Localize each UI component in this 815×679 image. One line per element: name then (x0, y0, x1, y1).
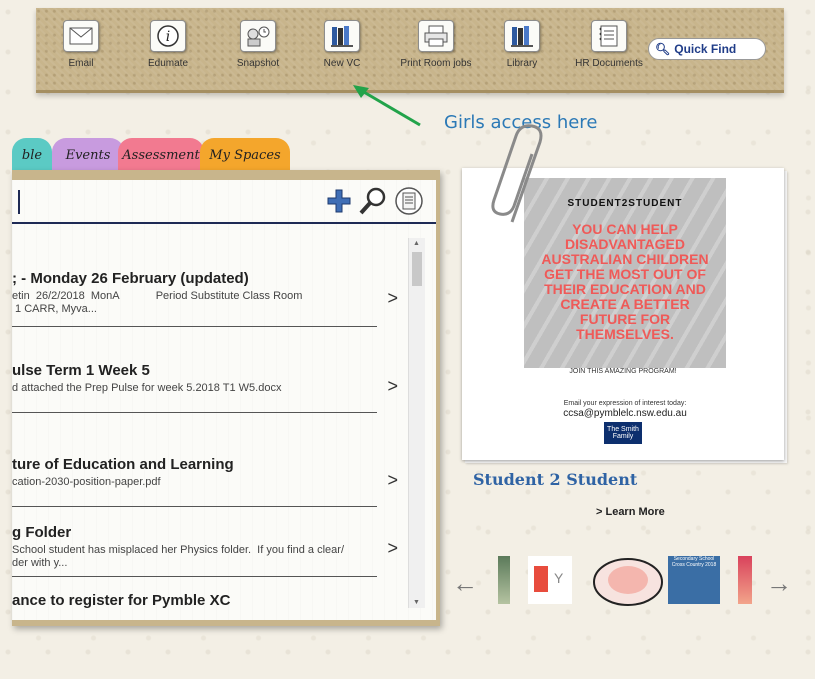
toolbar-print-room-jobs[interactable]: Print Room jobs (394, 20, 478, 69)
add-icon[interactable] (326, 188, 352, 219)
notice-title: ulse Term 1 Week 5 (12, 362, 150, 379)
books-icon (324, 20, 360, 52)
smith-family-logo: The Smith Family (604, 422, 642, 444)
feature-title[interactable]: Student 2 Student (473, 470, 637, 489)
toolbar-label: Print Room jobs (400, 58, 472, 69)
carousel-thumb-3[interactable] (592, 556, 663, 606)
tab-label: My Spaces (209, 148, 281, 163)
notices-panel: ; - Monday 26 February (updated) etin 26… (12, 170, 440, 626)
tab-label: Events (65, 148, 111, 163)
toolbar-snapshot[interactable]: Snapshot (223, 20, 293, 69)
toolbar-label: Snapshot (236, 58, 280, 69)
magnifier-icon[interactable] (358, 186, 388, 221)
notice-desc: etin 26/2/2018 MonA Period Substitute Cl… (12, 290, 303, 315)
svg-text:i: i (166, 29, 170, 45)
notice-title: ; - Monday 26 February (updated) (12, 270, 249, 287)
toolbar-library[interactable]: Library (487, 20, 557, 69)
carousel-next-icon[interactable]: → (766, 568, 792, 599)
carousel-thumb-4[interactable]: Secondary School Cross Country 2018 (668, 556, 720, 604)
poster-email: ccsa@pymblelc.nsw.edu.au (563, 408, 687, 419)
divider (12, 576, 377, 577)
list-item[interactable]: ulse Term 1 Week 5 d attached the Prep P… (12, 362, 402, 413)
notices-panel-inner: ; - Monday 26 February (updated) etin 26… (12, 180, 436, 620)
learn-more-link[interactable]: > Learn More (596, 506, 665, 518)
panel-actions (326, 186, 424, 221)
carousel-thumb-2[interactable]: Y (528, 556, 572, 604)
list-item[interactable]: ture of Education and Learning cation-20… (12, 456, 402, 507)
toolbar-label: Library (506, 58, 538, 69)
toolbar-label: Email (68, 58, 94, 69)
notice-desc: cation-2030-position-paper.pdf (12, 476, 161, 488)
notes-icon[interactable] (394, 186, 424, 221)
toolbar-new-vc[interactable]: New VC (307, 20, 377, 69)
divider (12, 412, 377, 413)
scrollbar[interactable]: ▲ ▼ (408, 238, 425, 608)
toolbar-hr-documents[interactable]: HR Documents (570, 20, 648, 69)
carousel-thumb-5[interactable] (738, 556, 752, 604)
list-item[interactable]: ance to register for Pymble XC (12, 592, 402, 608)
list-item[interactable]: g Folder School student has misplaced he… (12, 524, 402, 577)
paperclip-icon (491, 124, 543, 223)
divider (12, 326, 377, 327)
notice-title: ture of Education and Learning (12, 456, 234, 473)
chevron-right-icon: > (387, 470, 398, 490)
poster-cta: JOIN THIS AMAZING PROGRAM! (569, 368, 677, 375)
panel-header (12, 180, 436, 224)
chevron-right-icon: > (387, 538, 398, 558)
chevron-right-icon: > (387, 288, 398, 308)
scroll-up-icon[interactable]: ▲ (413, 240, 420, 247)
notices-list: ; - Monday 26 February (updated) etin 26… (12, 230, 407, 608)
scroll-thumb[interactable] (412, 252, 422, 286)
snapshot-icon (240, 20, 276, 52)
printer-icon (418, 20, 454, 52)
library-icon (504, 20, 540, 52)
toolbar-edumate[interactable]: i Edumate (133, 20, 203, 69)
notice-title: ance to register for Pymble XC (12, 592, 231, 608)
toolbar-label: New VC (323, 58, 361, 69)
toolbar-label: Edumate (147, 58, 189, 69)
poster-heading: STUDENT2STUDENT (567, 198, 683, 209)
carousel-thumb-1[interactable] (498, 556, 510, 604)
divider (12, 506, 377, 507)
chevron-right-icon: > (387, 376, 398, 396)
envelope-icon (63, 20, 99, 52)
carousel-thumb-label: Secondary School Cross Country 2018 (671, 556, 717, 568)
list-item[interactable]: ; - Monday 26 February (updated) etin 26… (12, 270, 402, 327)
search-icon: 🔍︎ (655, 42, 671, 56)
tab-label: Assessment (122, 148, 200, 163)
carousel-prev-icon[interactable]: ← (452, 568, 478, 599)
feature-poster: STUDENT2STUDENT YOU CAN HELP DISADVANTAG… (524, 178, 726, 368)
notice-title: g Folder (12, 524, 72, 541)
scroll-down-icon[interactable]: ▼ (413, 599, 420, 606)
notice-desc: School student has misplaced her Physics… (12, 544, 345, 569)
quick-find-label: Quick Find (674, 42, 737, 56)
header-divider (18, 190, 20, 214)
notice-desc: d attached the Prep Pulse for week 5.201… (12, 382, 282, 394)
poster-text: YOU CAN HELP DISADVANTAGED AUSTRALIAN CH… (541, 221, 709, 342)
tab-label: ble (21, 148, 43, 163)
quick-find-input[interactable]: 🔍︎ Quick Find (648, 38, 766, 60)
poster-email-line: Email your expression of interest today: (563, 400, 687, 407)
toolbar-email[interactable]: Email (46, 20, 116, 69)
info-icon: i (150, 20, 186, 52)
annotation-arrow (353, 85, 421, 127)
toolbar-label: HR Documents (575, 58, 643, 69)
documents-icon (591, 20, 627, 52)
